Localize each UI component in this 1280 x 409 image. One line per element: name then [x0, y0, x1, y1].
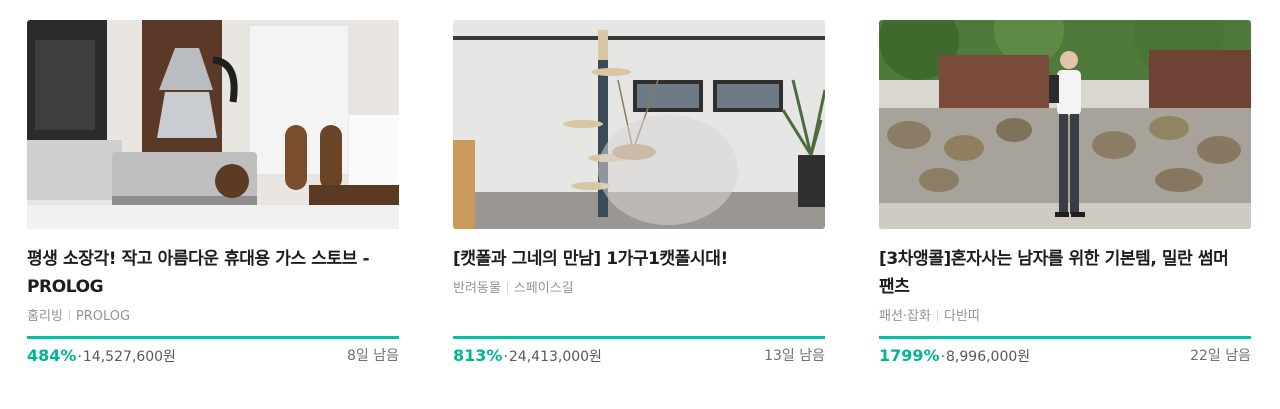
project-card[interactable]: [캣폴과 그네의 만남] 1가구1캣폴시대! 반려동물 스페이스길 813%·24… [453, 20, 825, 365]
project-card[interactable]: 평생 소장각! 작고 아름다운 휴대용 가스 스토브 - PROLOG 홈리빙 P… [27, 20, 399, 365]
project-thumbnail[interactable] [879, 20, 1251, 229]
funding-amount: 24,413,000원 [508, 349, 602, 365]
funding-amount: 14,527,600원 [82, 349, 176, 365]
meta-divider [936, 310, 938, 321]
project-thumbnail[interactable] [453, 20, 825, 229]
funding-amount: 8,996,000원 [946, 349, 1031, 365]
project-category[interactable]: 홈리빙 [27, 309, 63, 324]
funding-stats: 1799%·8,996,000원 22일 남음 [879, 344, 1251, 368]
funding-progress: 484%·14,527,600원 8일 남음 [27, 336, 399, 368]
project-maker[interactable]: 스페이스길 [514, 281, 574, 296]
progress-fill [879, 336, 1251, 339]
project-card[interactable]: [3차앵콜]혼자사는 남자를 위한 기본템, 밀란 썸머 팬츠 패션·잡화 다반띠… [879, 20, 1251, 365]
days-remaining: 22일 남음 [1190, 348, 1251, 364]
meta-divider [506, 282, 508, 293]
funding-stats: 813%·24,413,000원 13일 남음 [453, 344, 825, 368]
funding-stats: 484%·14,527,600원 8일 남음 [27, 344, 399, 368]
project-title[interactable]: 평생 소장각! 작고 아름다운 휴대용 가스 스토브 - PROLOG [27, 245, 399, 301]
project-maker[interactable]: 다반띠 [944, 309, 980, 324]
project-meta: 홈리빙 PROLOG [27, 307, 399, 327]
funding-percent: 1799% [879, 346, 940, 365]
progress-track [27, 336, 399, 339]
days-remaining: 13일 남음 [764, 348, 825, 364]
stats-dot: · [503, 349, 508, 365]
project-meta: 패션·잡화 다반띠 [879, 307, 1251, 327]
project-thumbnail[interactable] [27, 20, 399, 229]
project-title[interactable]: [3차앵콜]혼자사는 남자를 위한 기본템, 밀란 썸머 팬츠 [879, 245, 1251, 301]
days-remaining: 8일 남음 [347, 348, 399, 364]
pants-model-image [879, 20, 1251, 229]
funding-progress: 1799%·8,996,000원 22일 남음 [879, 336, 1251, 368]
project-category[interactable]: 반려동물 [453, 281, 501, 296]
meta-divider [68, 310, 70, 321]
project-meta: 반려동물 스페이스길 [453, 279, 825, 299]
progress-track [879, 336, 1251, 339]
progress-track [453, 336, 825, 339]
project-category[interactable]: 패션·잡화 [879, 309, 931, 324]
progress-fill [453, 336, 825, 339]
funding-percent: 484% [27, 346, 77, 365]
project-title[interactable]: [캣폴과 그네의 만남] 1가구1캣폴시대! [453, 245, 825, 273]
funding-percent: 813% [453, 346, 503, 365]
cat-pole-image [453, 20, 825, 229]
stove-image [27, 20, 399, 229]
stats-dot: · [940, 349, 946, 365]
funding-progress: 813%·24,413,000원 13일 남음 [453, 336, 825, 368]
progress-fill [27, 336, 399, 339]
project-maker[interactable]: PROLOG [76, 309, 130, 324]
stats-dot: · [77, 349, 82, 365]
